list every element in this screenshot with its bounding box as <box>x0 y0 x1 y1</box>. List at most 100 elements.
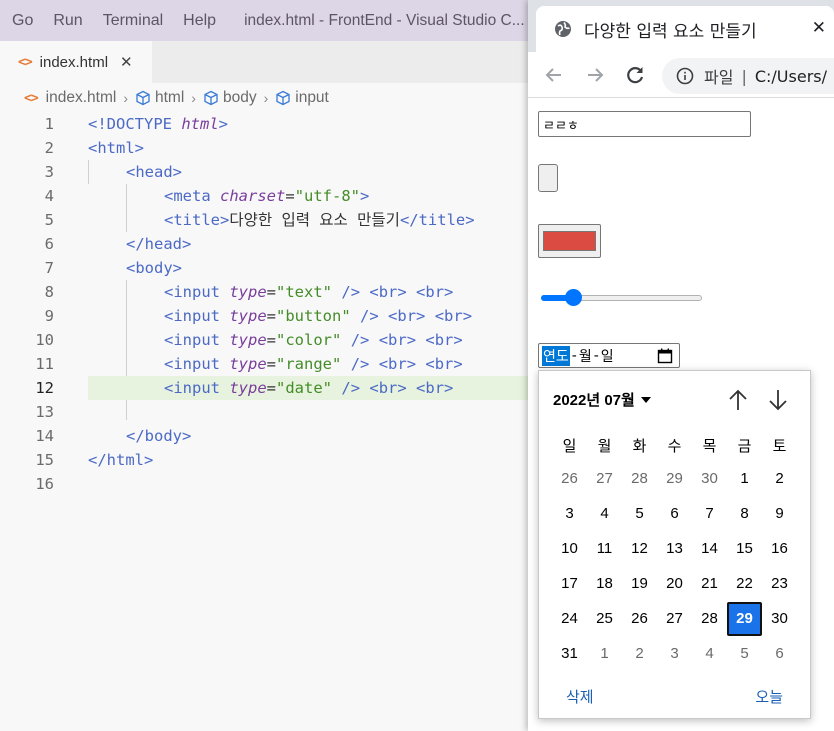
calendar-day[interactable]: 11 <box>587 532 622 566</box>
calendar-day[interactable]: 27 <box>657 602 692 636</box>
code-token: DOCTYPE <box>106 115 172 133</box>
close-icon[interactable]: ✕ <box>812 18 826 38</box>
calendar-day[interactable]: 2 <box>762 462 797 496</box>
calendar-day[interactable]: 15 <box>727 532 762 566</box>
calendar-day[interactable]: 18 <box>587 567 622 601</box>
calendar-day[interactable]: 7 <box>692 497 727 531</box>
calendar-day[interactable]: 2 <box>622 637 657 671</box>
code-token: <input <box>164 379 220 397</box>
calendar-day[interactable]: 8 <box>727 497 762 531</box>
calendar-day[interactable]: 1 <box>727 462 762 496</box>
calendar-day[interactable]: 3 <box>552 497 587 531</box>
calendar-day[interactable]: 3 <box>657 637 692 671</box>
month-year-label: 2022년 07월 <box>553 392 635 409</box>
address-bar[interactable]: 파일 | C:/Users/ <box>662 58 834 94</box>
code-token: <html> <box>88 139 144 157</box>
tab-index-html[interactable]: <> index.html ✕ <box>0 41 152 83</box>
code-token: <br> <box>425 355 463 373</box>
calendar-day[interactable]: 10 <box>552 532 587 566</box>
calendar-day[interactable]: 19 <box>622 567 657 601</box>
code-line: </html> <box>0 448 530 472</box>
calendar-day[interactable]: 22 <box>727 567 762 601</box>
calendar-day[interactable]: 6 <box>762 637 797 671</box>
calendar-day[interactable]: 13 <box>657 532 692 566</box>
calendar-day[interactable]: 9 <box>762 497 797 531</box>
tab-close-icon[interactable]: ✕ <box>120 53 133 71</box>
code-token: "date" <box>276 379 333 397</box>
arrow-up-icon[interactable] <box>727 388 749 412</box>
calendar-day[interactable]: 31 <box>552 637 587 671</box>
code-editor[interactable]: 1 2 3 4 5 6 7 8 9 10 11 12 13 14 15 16 <… <box>0 112 530 493</box>
calendar-icon[interactable] <box>657 348 673 364</box>
code-token: "text" <box>276 283 333 301</box>
calendar-day-selected[interactable]: 29 <box>727 602 762 636</box>
arrow-down-icon[interactable] <box>767 388 789 412</box>
code-token: 다양한 입력 요소 만들기 <box>229 211 400 229</box>
info-icon[interactable] <box>676 67 694 85</box>
clear-date-button[interactable]: 삭제 <box>566 686 594 707</box>
breadcrumb-input[interactable]: input <box>275 89 329 107</box>
range-slider-thumb[interactable] <box>564 289 582 306</box>
text-input[interactable] <box>538 111 751 137</box>
calendar-day[interactable]: 26 <box>622 602 657 636</box>
calendar-day[interactable]: 25 <box>587 602 622 636</box>
color-picker-input[interactable] <box>538 224 601 258</box>
today-button[interactable]: 오늘 <box>755 686 783 707</box>
month-year-selector[interactable]: 2022년 07월 <box>553 389 651 410</box>
calendar-day[interactable]: 28 <box>692 602 727 636</box>
symbol-element-icon <box>204 90 218 106</box>
code-token: </body> <box>126 427 192 445</box>
code-token: charset <box>220 187 286 205</box>
code-token: <head> <box>126 163 182 181</box>
calendar-day[interactable]: 28 <box>622 462 657 496</box>
calendar-day[interactable]: 12 <box>622 532 657 566</box>
empty-button[interactable] <box>538 164 558 192</box>
breadcrumb-html[interactable]: html <box>135 89 184 107</box>
code-token: > <box>218 115 229 133</box>
calendar-day[interactable]: 4 <box>587 497 622 531</box>
calendar-day[interactable]: 6 <box>657 497 692 531</box>
calendar-day[interactable]: 30 <box>692 462 727 496</box>
breadcrumb-file[interactable]: <> index.html <box>24 89 116 107</box>
code-token: <title> <box>164 211 230 229</box>
code-token: "utf-8" <box>294 187 361 205</box>
date-input[interactable]: 연도 - 월 - 일 <box>538 343 680 368</box>
code-token: </title> <box>399 211 475 229</box>
back-arrow-icon[interactable] <box>542 63 566 87</box>
calendar-day[interactable]: 23 <box>762 567 797 601</box>
calendar-day[interactable]: 29 <box>657 462 692 496</box>
browser-tab[interactable]: 다양한 입력 요소 만들기 ✕ <box>536 6 834 52</box>
calendar-day[interactable]: 30 <box>762 602 797 636</box>
code-token: /> <box>341 379 361 397</box>
html-file-icon: <> <box>24 90 39 106</box>
menu-terminal[interactable]: Terminal <box>93 12 173 30</box>
code-token: <br> <box>378 355 417 373</box>
calendar-day[interactable]: 27 <box>587 462 622 496</box>
reload-icon[interactable] <box>623 63 647 87</box>
calendar-day[interactable]: 26 <box>552 462 587 496</box>
date-year-segment[interactable]: 연도 <box>542 345 570 366</box>
code-token: <input <box>164 283 220 301</box>
calendar-day[interactable]: 5 <box>622 497 657 531</box>
code-token: <input <box>164 307 220 325</box>
symbol-element-icon <box>276 90 290 106</box>
date-month-segment[interactable]: 월 <box>579 346 592 366</box>
calendar-day[interactable]: 24 <box>552 602 587 636</box>
menu-go[interactable]: Go <box>0 12 43 30</box>
menu-run[interactable]: Run <box>43 12 92 30</box>
forward-arrow-icon[interactable] <box>583 63 607 87</box>
color-swatch <box>543 231 596 251</box>
weekday-label: 목 <box>702 438 717 455</box>
calendar-day[interactable]: 4 <box>692 637 727 671</box>
calendar-day[interactable]: 5 <box>727 637 762 671</box>
calendar-day[interactable]: 14 <box>692 532 727 566</box>
calendar-day[interactable]: 17 <box>552 567 587 601</box>
calendar-day[interactable]: 1 <box>587 637 622 671</box>
code-token: /> <box>350 331 370 349</box>
breadcrumb-body[interactable]: body <box>203 89 257 107</box>
calendar-day[interactable]: 20 <box>657 567 692 601</box>
calendar-day[interactable]: 16 <box>762 532 797 566</box>
menu-help[interactable]: Help <box>173 12 226 30</box>
date-day-segment[interactable]: 일 <box>601 346 614 366</box>
calendar-day[interactable]: 21 <box>692 567 727 601</box>
